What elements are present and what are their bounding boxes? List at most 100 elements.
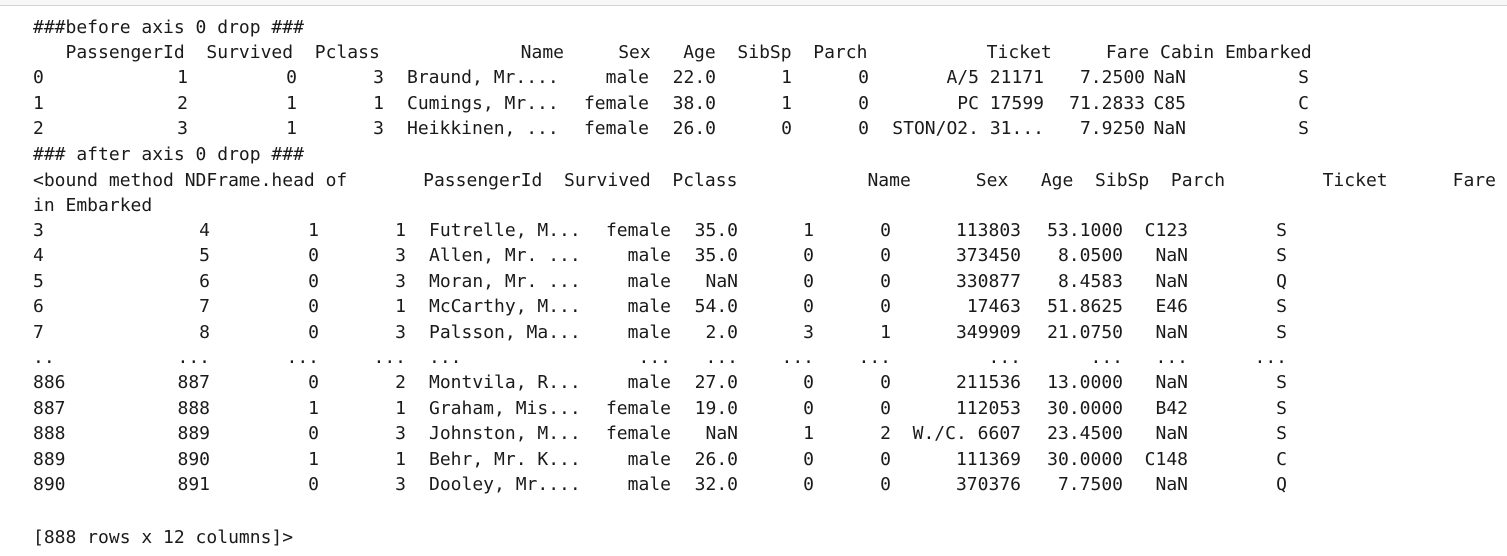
dataframe-shape-footer: [888 rows x 12 columns]> — [33, 527, 294, 548]
after-cell-passengerid: 6 — [199, 270, 210, 292]
after-cell-cabin: B42 — [1155, 397, 1188, 419]
before-cell-embarked: C — [1298, 92, 1309, 114]
after-cell-ticket: ... — [988, 347, 1021, 368]
after-cell-embarked: S — [1276, 423, 1287, 445]
after-cell-embarked: Q — [1276, 270, 1287, 292]
before-cell-pclass: 3 — [373, 67, 384, 88]
before-drop-header: PassengerId Survived Pclass Name Sex Age… — [33, 42, 1312, 63]
after-cell-parch: 0 — [880, 474, 891, 495]
after-cell-cabin: NaN — [1155, 321, 1188, 343]
after-cell-survived: 0 — [308, 372, 319, 394]
after-cell-parch: 0 — [880, 296, 891, 318]
after-cell-index: 7 — [33, 321, 44, 343]
after-table-row: 886 887 0 2 Montvila, R... male 27.0 0 0 211536 13… — [0, 371, 1507, 395]
after-cell-pclass: 1 — [395, 296, 406, 318]
after-cell-embarked: S — [1276, 397, 1287, 419]
after-cell-parch: 0 — [880, 372, 891, 394]
after-cell-ticket: 373450 — [955, 245, 1021, 267]
after-cell-ticket: 349909 — [955, 321, 1021, 343]
after-cell-pclass: ... — [373, 347, 406, 368]
after-cell-name: Allen, Mr. ... — [429, 245, 581, 267]
before-cell-cabin: NaN — [1153, 67, 1186, 88]
before-cell-fare: 71.2833 — [1069, 92, 1145, 114]
after-cell-embarked: S — [1276, 372, 1287, 394]
after-cell-name: McCarthy, M... — [429, 296, 581, 318]
after-table-row: 3 4 1 1 Futrelle, M... female 35.0 1 0 113803 53.1… — [0, 219, 1507, 243]
after-cell-cabin: NaN — [1155, 372, 1188, 394]
after-cell-sex: male — [627, 474, 671, 495]
after-cell-passengerid: 4 — [199, 220, 210, 241]
after-cell-ticket: W./C. 6607 — [912, 423, 1021, 445]
after-cell-name: Graham, Mis... — [429, 397, 581, 419]
after-cell-pclass: 3 — [395, 474, 406, 495]
after-drop-title: ### after axis 0 drop ### — [33, 144, 304, 165]
after-table-row: 888 889 0 3 Johnston, M... female NaN 1 2 W./C. 6… — [0, 422, 1507, 446]
after-cell-age: 32.0 — [694, 474, 738, 495]
before-cell-pclass: 1 — [373, 92, 384, 114]
after-cell-age: 35.0 — [694, 220, 738, 241]
before-cell-age: 26.0 — [672, 118, 716, 140]
after-cell-fare: 8.0500 — [1057, 245, 1123, 267]
after-cell-age: 2.0 — [705, 321, 738, 343]
after-cell-age: 19.0 — [694, 397, 738, 419]
after-cell-cabin: ... — [1155, 347, 1188, 368]
before-cell-pclass: 3 — [373, 118, 384, 140]
after-cell-parch: 2 — [880, 423, 891, 445]
before-cell-sibsp: 0 — [781, 118, 792, 140]
before-table-row: 0 1 0 3 Braund, Mr.... male 22.0 1 0 A/5 21171 7.2… — [0, 66, 1507, 90]
after-cell-passengerid: 887 — [177, 372, 210, 394]
after-cell-parch: 0 — [880, 448, 891, 470]
after-cell-pclass: 3 — [395, 321, 406, 343]
before-cell-age: 38.0 — [672, 92, 716, 114]
after-cell-sibsp: 1 — [803, 423, 814, 445]
after-cell-passengerid: 8 — [199, 321, 210, 343]
after-cell-fare: 30.0000 — [1047, 448, 1123, 470]
after-cell-cabin: NaN — [1155, 474, 1188, 495]
after-cell-name: Johnston, M... — [429, 423, 581, 445]
before-cell-parch: 0 — [858, 92, 869, 114]
before-table-row: 1 2 1 1 Cumings, Mr... female 38.0 1 0 PC 17599 71… — [0, 92, 1507, 116]
before-cell-sex: female — [583, 92, 649, 114]
after-cell-survived: 0 — [308, 296, 319, 318]
before-cell-index: 1 — [33, 92, 44, 114]
after-cell-embarked: S — [1276, 321, 1287, 343]
after-drop-header-line2: in Embarked — [33, 195, 153, 216]
before-cell-sex: male — [605, 67, 649, 88]
after-cell-fare: 23.4500 — [1047, 423, 1123, 445]
after-cell-age: 27.0 — [694, 372, 738, 394]
after-cell-fare: 7.7500 — [1057, 474, 1123, 495]
before-cell-cabin: C85 — [1153, 92, 1186, 114]
after-cell-index: 886 — [33, 372, 66, 394]
after-cell-sex: ... — [638, 347, 671, 368]
before-table-row: 2 3 1 3 Heikkinen, ... female 26.0 0 0 STON/O2. 3… — [0, 117, 1507, 141]
before-cell-embarked: S — [1298, 67, 1309, 88]
after-cell-ticket: 17463 — [966, 296, 1021, 318]
after-cell-fare: 8.4583 — [1057, 270, 1123, 292]
before-cell-passengerid: 3 — [177, 118, 188, 140]
before-cell-index: 0 — [33, 67, 44, 88]
after-table-row: 7 8 0 3 Palsson, Ma... male 2.0 3 1 349909 21.0750… — [0, 321, 1507, 345]
after-cell-ticket: 370376 — [955, 474, 1021, 495]
before-cell-passengerid: 2 — [177, 92, 188, 114]
after-cell-pclass: 1 — [395, 448, 406, 470]
before-cell-fare: 7.9250 — [1079, 118, 1145, 140]
after-cell-fare: 30.0000 — [1047, 397, 1123, 419]
after-cell-age: NaN — [705, 270, 738, 292]
after-cell-ticket: 113803 — [955, 220, 1021, 241]
after-cell-fare: 13.0000 — [1047, 372, 1123, 394]
after-drop-header-line1: <bound method NDFrame.head of PassengerI… — [33, 170, 1507, 191]
after-cell-passengerid: 888 — [177, 397, 210, 419]
before-cell-name: Braund, Mr.... — [407, 67, 559, 88]
after-cell-fare: 53.1000 — [1047, 220, 1123, 241]
after-cell-sex: male — [627, 270, 671, 292]
after-cell-cabin: NaN — [1155, 270, 1188, 292]
before-cell-name: Heikkinen, ... — [407, 118, 559, 140]
after-cell-index: 5 — [33, 270, 44, 292]
after-cell-cabin: E46 — [1155, 296, 1188, 318]
before-cell-sibsp: 1 — [781, 92, 792, 114]
after-cell-sex: male — [627, 245, 671, 267]
after-cell-fare: 51.8625 — [1047, 296, 1123, 318]
after-cell-age: ... — [705, 347, 738, 368]
after-cell-passengerid: 5 — [199, 245, 210, 267]
before-cell-parch: 0 — [858, 118, 869, 140]
